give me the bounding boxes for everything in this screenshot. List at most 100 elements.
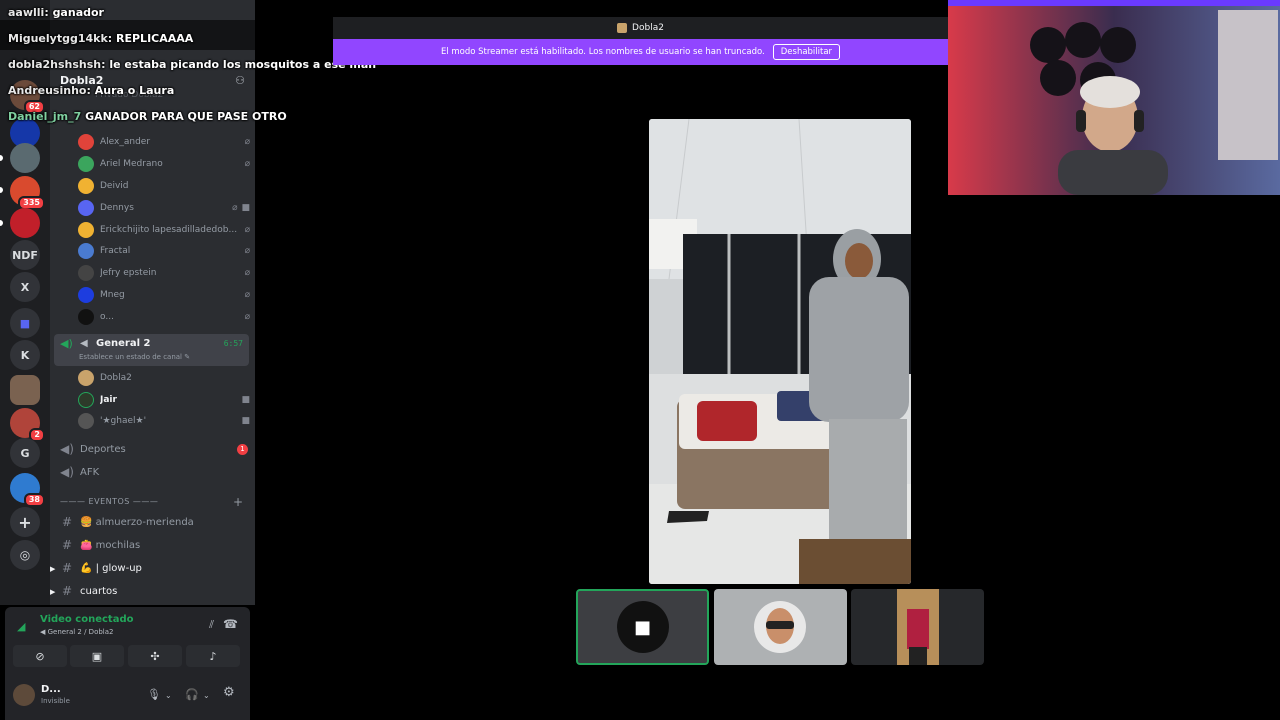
user-name[interactable]: D... [41, 684, 61, 695]
server-icon[interactable]: 335 [10, 176, 45, 210]
hash-icon: # [61, 561, 73, 575]
hash-icon: # [61, 584, 73, 598]
chat-message: Miguelytgg14kk: REPLICAAAA [8, 32, 194, 45]
voice-member[interactable]: o... ⌀ [78, 307, 250, 327]
server-ndf[interactable]: NDF [10, 240, 40, 270]
unread-pill [0, 187, 3, 193]
signal-icon[interactable]: ◢ [17, 620, 25, 633]
avatar [78, 222, 94, 238]
voice-member[interactable]: Erickchijito lapesadilladedob... ⌀ [78, 220, 250, 240]
speaker-active-icon: ◀) [60, 337, 73, 350]
speaker-icon: ◀) [60, 465, 74, 479]
voice-member[interactable]: Alex_ander ⌀ [78, 132, 250, 152]
avatar [78, 370, 94, 386]
screen-share-button[interactable]: ▣ [70, 645, 124, 667]
camera-off-button[interactable]: ⊘ [13, 645, 67, 667]
text-channel[interactable]: # 💪 | glow-up [58, 558, 248, 578]
voice-member[interactable]: Dobla2 [78, 368, 250, 388]
muted-icon: ⌀ [244, 290, 250, 300]
participant-video-image [754, 601, 806, 653]
add-server-icon[interactable]: + [10, 507, 40, 537]
unread-caret: ▶ [50, 588, 56, 596]
avatar [78, 392, 94, 408]
add-channel-icon[interactable]: + [233, 495, 243, 509]
voice-member[interactable]: Mneg ⌀ [78, 285, 250, 305]
soundboard-icon: ♪ [209, 649, 217, 663]
muted-icon: ⌀ [232, 203, 238, 213]
screen-share-icon: ▣ [91, 649, 103, 663]
discover-icon[interactable]: ◎ [10, 540, 40, 570]
participant-tile[interactable] [714, 589, 847, 665]
video-icon: ■ [241, 395, 250, 405]
banner-text: El modo Streamer está habilitado. Los no… [440, 47, 765, 57]
settings-gear-icon[interactable]: ⚙ [223, 685, 235, 700]
chevron-down-icon[interactable]: ⌄ [203, 691, 210, 700]
unread-pill [0, 155, 3, 161]
category-events[interactable]: ——— EVENTOS ——— [60, 497, 158, 506]
avatar [78, 265, 94, 281]
app-root: 62 335 NDF X ■ K 2 G 38 + ◎ Dobla2 Priva… [0, 0, 1280, 720]
soundboard-button[interactable]: ♪ [186, 645, 240, 667]
noise-suppression-icon[interactable]: ⫽ [209, 618, 214, 632]
streamer-webcam [948, 0, 1280, 195]
chat-message: dobla2hshshsh: le estaba picando los mos… [8, 58, 377, 71]
participant-tile[interactable] [851, 589, 984, 665]
chevron-down-icon[interactable]: ⌄ [165, 691, 172, 700]
participant-tile-selected[interactable]: ■ [576, 589, 709, 665]
voice-location[interactable]: ◀ General 2 / Dobla2 [40, 628, 114, 636]
voice-channel-general-2[interactable]: ◀) ◀ General 2 6:57 Establece un estado … [54, 334, 249, 366]
voice-member[interactable]: Deivid [78, 176, 250, 196]
text-channel[interactable]: # 🍔 almuerzo-merienda [58, 512, 248, 532]
main-video-feed[interactable] [649, 119, 911, 584]
streamer-mode-banner: El modo Streamer está habilitado. Los no… [333, 39, 948, 65]
avatar [78, 243, 94, 259]
voice-member[interactable]: Fractal ⌀ [78, 241, 250, 261]
server-icon[interactable]: 2 [10, 408, 45, 442]
voice-member[interactable]: Ariel Medrano ⌀ [78, 154, 250, 174]
chat-message: aawlli: ganador [8, 6, 104, 19]
server-icon[interactable] [10, 143, 40, 173]
avatar [78, 200, 94, 216]
voice-member[interactable]: Dennys ⌀ ■ [78, 198, 250, 218]
activities-button[interactable]: ✣ [128, 645, 182, 667]
voice-channel-afk[interactable]: ◀) AFK [58, 462, 248, 482]
voice-member[interactable]: Jefry epstein ⌀ [78, 263, 250, 283]
speaker-icon: ◀ [80, 338, 88, 349]
chat-message: Andreusinho: Aura o Laura [8, 84, 175, 97]
server-icon[interactable] [10, 208, 40, 238]
camera-off-icon: ⊘ [35, 649, 45, 663]
server-g[interactable]: G [10, 438, 40, 468]
server-icon[interactable]: 38 [10, 473, 45, 507]
microphone-icon[interactable]: 🎙 [147, 688, 161, 701]
voice-channel-deportes[interactable]: ◀) Deportes 1 [58, 439, 248, 459]
user-avatar[interactable] [13, 684, 35, 706]
muted-icon: ⌀ [244, 137, 250, 147]
text-channel[interactable]: # cuartos [58, 581, 248, 601]
muted-icon: ⌀ [244, 159, 250, 169]
unread-caret: ▶ [50, 565, 56, 573]
server-x[interactable]: X [10, 272, 40, 302]
muted-icon: ⌀ [244, 246, 250, 256]
voice-member[interactable]: Jair ■ [78, 390, 250, 410]
video-camera-icon: ■ [616, 601, 669, 653]
disable-streamer-mode-button[interactable]: Deshabilitar [772, 44, 841, 60]
voice-status: Video conectado [40, 614, 134, 625]
unread-pill [0, 220, 3, 226]
disconnect-icon[interactable]: ☎ [223, 617, 238, 631]
avatar [78, 156, 94, 172]
server-icon[interactable] [10, 375, 40, 405]
voice-status-panel: ◢ Video conectado ◀ General 2 / Dobla2 ⫽… [5, 607, 250, 672]
text-channel[interactable]: # 👛 mochilas [58, 535, 248, 555]
video-icon: ■ [241, 203, 250, 213]
video-frame-image [649, 119, 911, 584]
add-member-icon[interactable]: ⚇ [235, 74, 245, 87]
server-k[interactable]: K [10, 340, 40, 370]
muted-icon: ⌀ [244, 268, 250, 278]
webcam-image [948, 0, 1280, 195]
folder-icon[interactable]: ■ [10, 308, 40, 338]
voice-member[interactable]: '★ghael★' ■ [78, 411, 250, 431]
avatar [78, 178, 94, 194]
avatar [78, 134, 94, 150]
headphones-icon[interactable]: 🎧 [185, 688, 199, 701]
channel-status[interactable]: Establece un estado de canal ✎ [79, 353, 190, 361]
